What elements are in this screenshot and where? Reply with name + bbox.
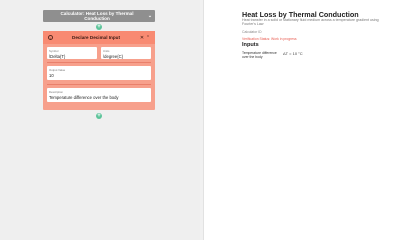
verification-status: Verification Status: Work in progress <box>242 37 297 41</box>
divider <box>47 62 151 63</box>
inputs-heading: Inputs <box>242 42 259 48</box>
output-value-label: Output Value <box>49 67 66 72</box>
divider <box>47 84 151 85</box>
card-title: Declare Decimal Input <box>72 35 120 40</box>
description-value[interactable]: Temperature difference over the body <box>49 95 149 100</box>
add-node-button-top[interactable]: + <box>96 24 102 30</box>
symbol-value[interactable]: \Delta{T} <box>49 54 95 59</box>
collapse-icon[interactable]: ⌃ <box>145 35 151 41</box>
output-value-field[interactable]: Output Value 10 <box>47 66 151 80</box>
units-value[interactable]: \degree{C} <box>103 54 149 59</box>
units-field[interactable]: Units \degree{C} <box>101 47 151 59</box>
description-label: Description <box>49 89 63 94</box>
calculator-id: Calculator ID <box>242 30 262 34</box>
builder-pane: Calculator: Heat Loss by Thermal Conduct… <box>0 0 200 240</box>
calculator-title: Calculator: Heat Loss by Thermal Conduct… <box>60 11 134 21</box>
units-label: Units <box>103 48 110 53</box>
decimal-input-card: i Declare Decimal Input ✕ ⌃ Symbol \Delt… <box>43 31 155 110</box>
calculator-title-bar[interactable]: Calculator: Heat Loss by Thermal Conduct… <box>43 10 155 22</box>
card-header[interactable]: i Declare Decimal Input ✕ ⌃ <box>43 31 155 44</box>
preview-pane <box>204 0 400 240</box>
chevron-down-icon[interactable]: ⌄ <box>145 13 155 19</box>
add-node-button-bottom[interactable]: + <box>96 113 102 119</box>
preview-description: Heat transfer in a solid or stationary f… <box>242 18 379 27</box>
input-label: Temperature difference over the body <box>242 51 277 60</box>
symbol-field[interactable]: Symbol \Delta{T} <box>47 47 97 59</box>
output-value-value[interactable]: 10 <box>49 73 149 78</box>
symbol-label: Symbol <box>49 48 59 53</box>
description-field[interactable]: Description Temperature difference over … <box>47 88 151 102</box>
input-value[interactable]: ΔT = 10 °C <box>283 51 303 56</box>
